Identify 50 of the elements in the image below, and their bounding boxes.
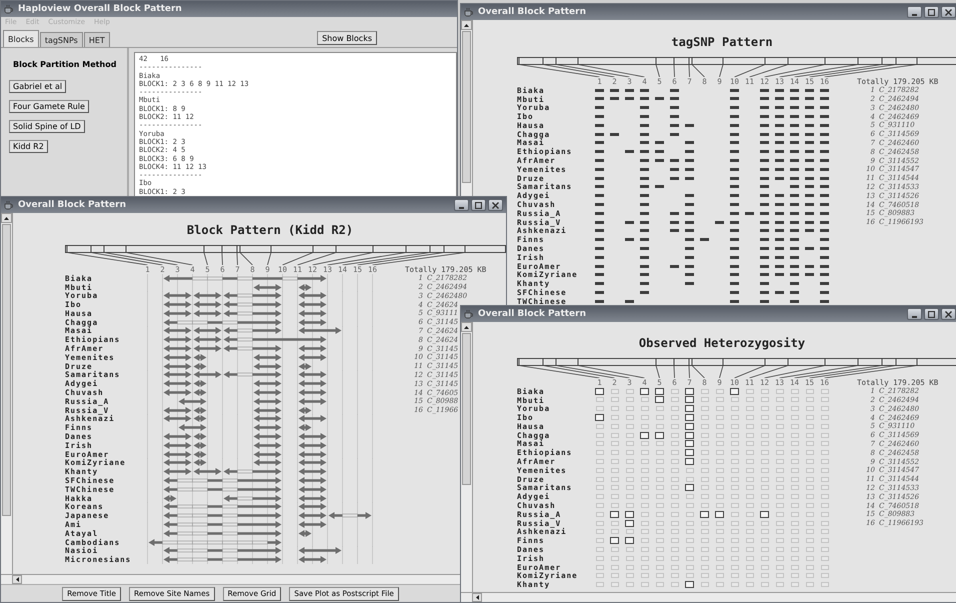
left-arrow-icon <box>476 595 478 600</box>
scroll-left-button[interactable] <box>472 593 482 602</box>
cup-icon <box>4 200 14 210</box>
close-icon <box>945 8 952 16</box>
method-button[interactable]: Kidd R2 <box>9 140 48 153</box>
vertical-scrollbar[interactable] <box>461 322 473 592</box>
cup-icon <box>464 7 474 17</box>
horizontal-scrollbar[interactable] <box>1 574 460 584</box>
window-title: Overall Block Pattern <box>18 200 127 210</box>
tab[interactable]: HET <box>84 32 110 47</box>
minimize-button[interactable] <box>907 308 922 320</box>
maximize-button[interactable] <box>471 199 486 211</box>
close-button[interactable] <box>941 308 956 320</box>
maximize-icon <box>475 202 482 208</box>
vertical-scrollbar[interactable] <box>1 213 13 574</box>
maximize-button[interactable] <box>924 308 939 320</box>
cup-icon <box>464 309 474 319</box>
window-title: Overall Block Pattern <box>478 309 587 319</box>
cup-icon <box>4 4 14 14</box>
chart-title: Observed Heterozygosity <box>638 336 806 350</box>
tab[interactable]: tagSNPs <box>40 32 83 47</box>
chart-title: tagSNP Pattern <box>671 35 773 49</box>
close-button[interactable] <box>488 199 503 211</box>
method-button[interactable]: Gabriel et al <box>9 80 66 93</box>
scroll-left-button[interactable] <box>12 575 22 584</box>
maximize-icon <box>928 310 935 318</box>
window-title: Overall Block Pattern <box>478 7 587 17</box>
minimize-button[interactable] <box>907 6 922 18</box>
minimize-button[interactable] <box>454 199 469 211</box>
show-blocks-button[interactable]: Show Blocks <box>317 31 377 45</box>
up-arrow-icon <box>4 216 9 220</box>
maximize-icon <box>928 8 935 16</box>
scroll-up-button[interactable] <box>461 20 472 30</box>
close-button[interactable] <box>941 6 956 18</box>
close-icon <box>492 202 499 208</box>
panel-heading: Block Partition Method <box>13 60 116 69</box>
vertical-scrollbar[interactable] <box>461 20 473 196</box>
chart-title: Block Pattern (Kidd R2) <box>186 223 354 237</box>
close-icon <box>945 310 952 318</box>
scroll-up-button[interactable] <box>461 322 472 332</box>
maximize-button[interactable] <box>924 6 939 18</box>
horizontal-scrollbar[interactable] <box>461 592 956 602</box>
up-arrow-icon <box>464 24 469 26</box>
tab[interactable]: Blocks <box>3 30 39 47</box>
window-title: Haploview Overall Block Pattern <box>18 4 183 14</box>
method-button[interactable]: Four Gamete Rule <box>9 100 89 113</box>
left-arrow-icon <box>16 577 18 582</box>
scroll-up-button[interactable] <box>1 213 12 223</box>
method-button[interactable]: Solid Spine of LD <box>9 120 85 133</box>
up-arrow-icon <box>464 326 469 328</box>
